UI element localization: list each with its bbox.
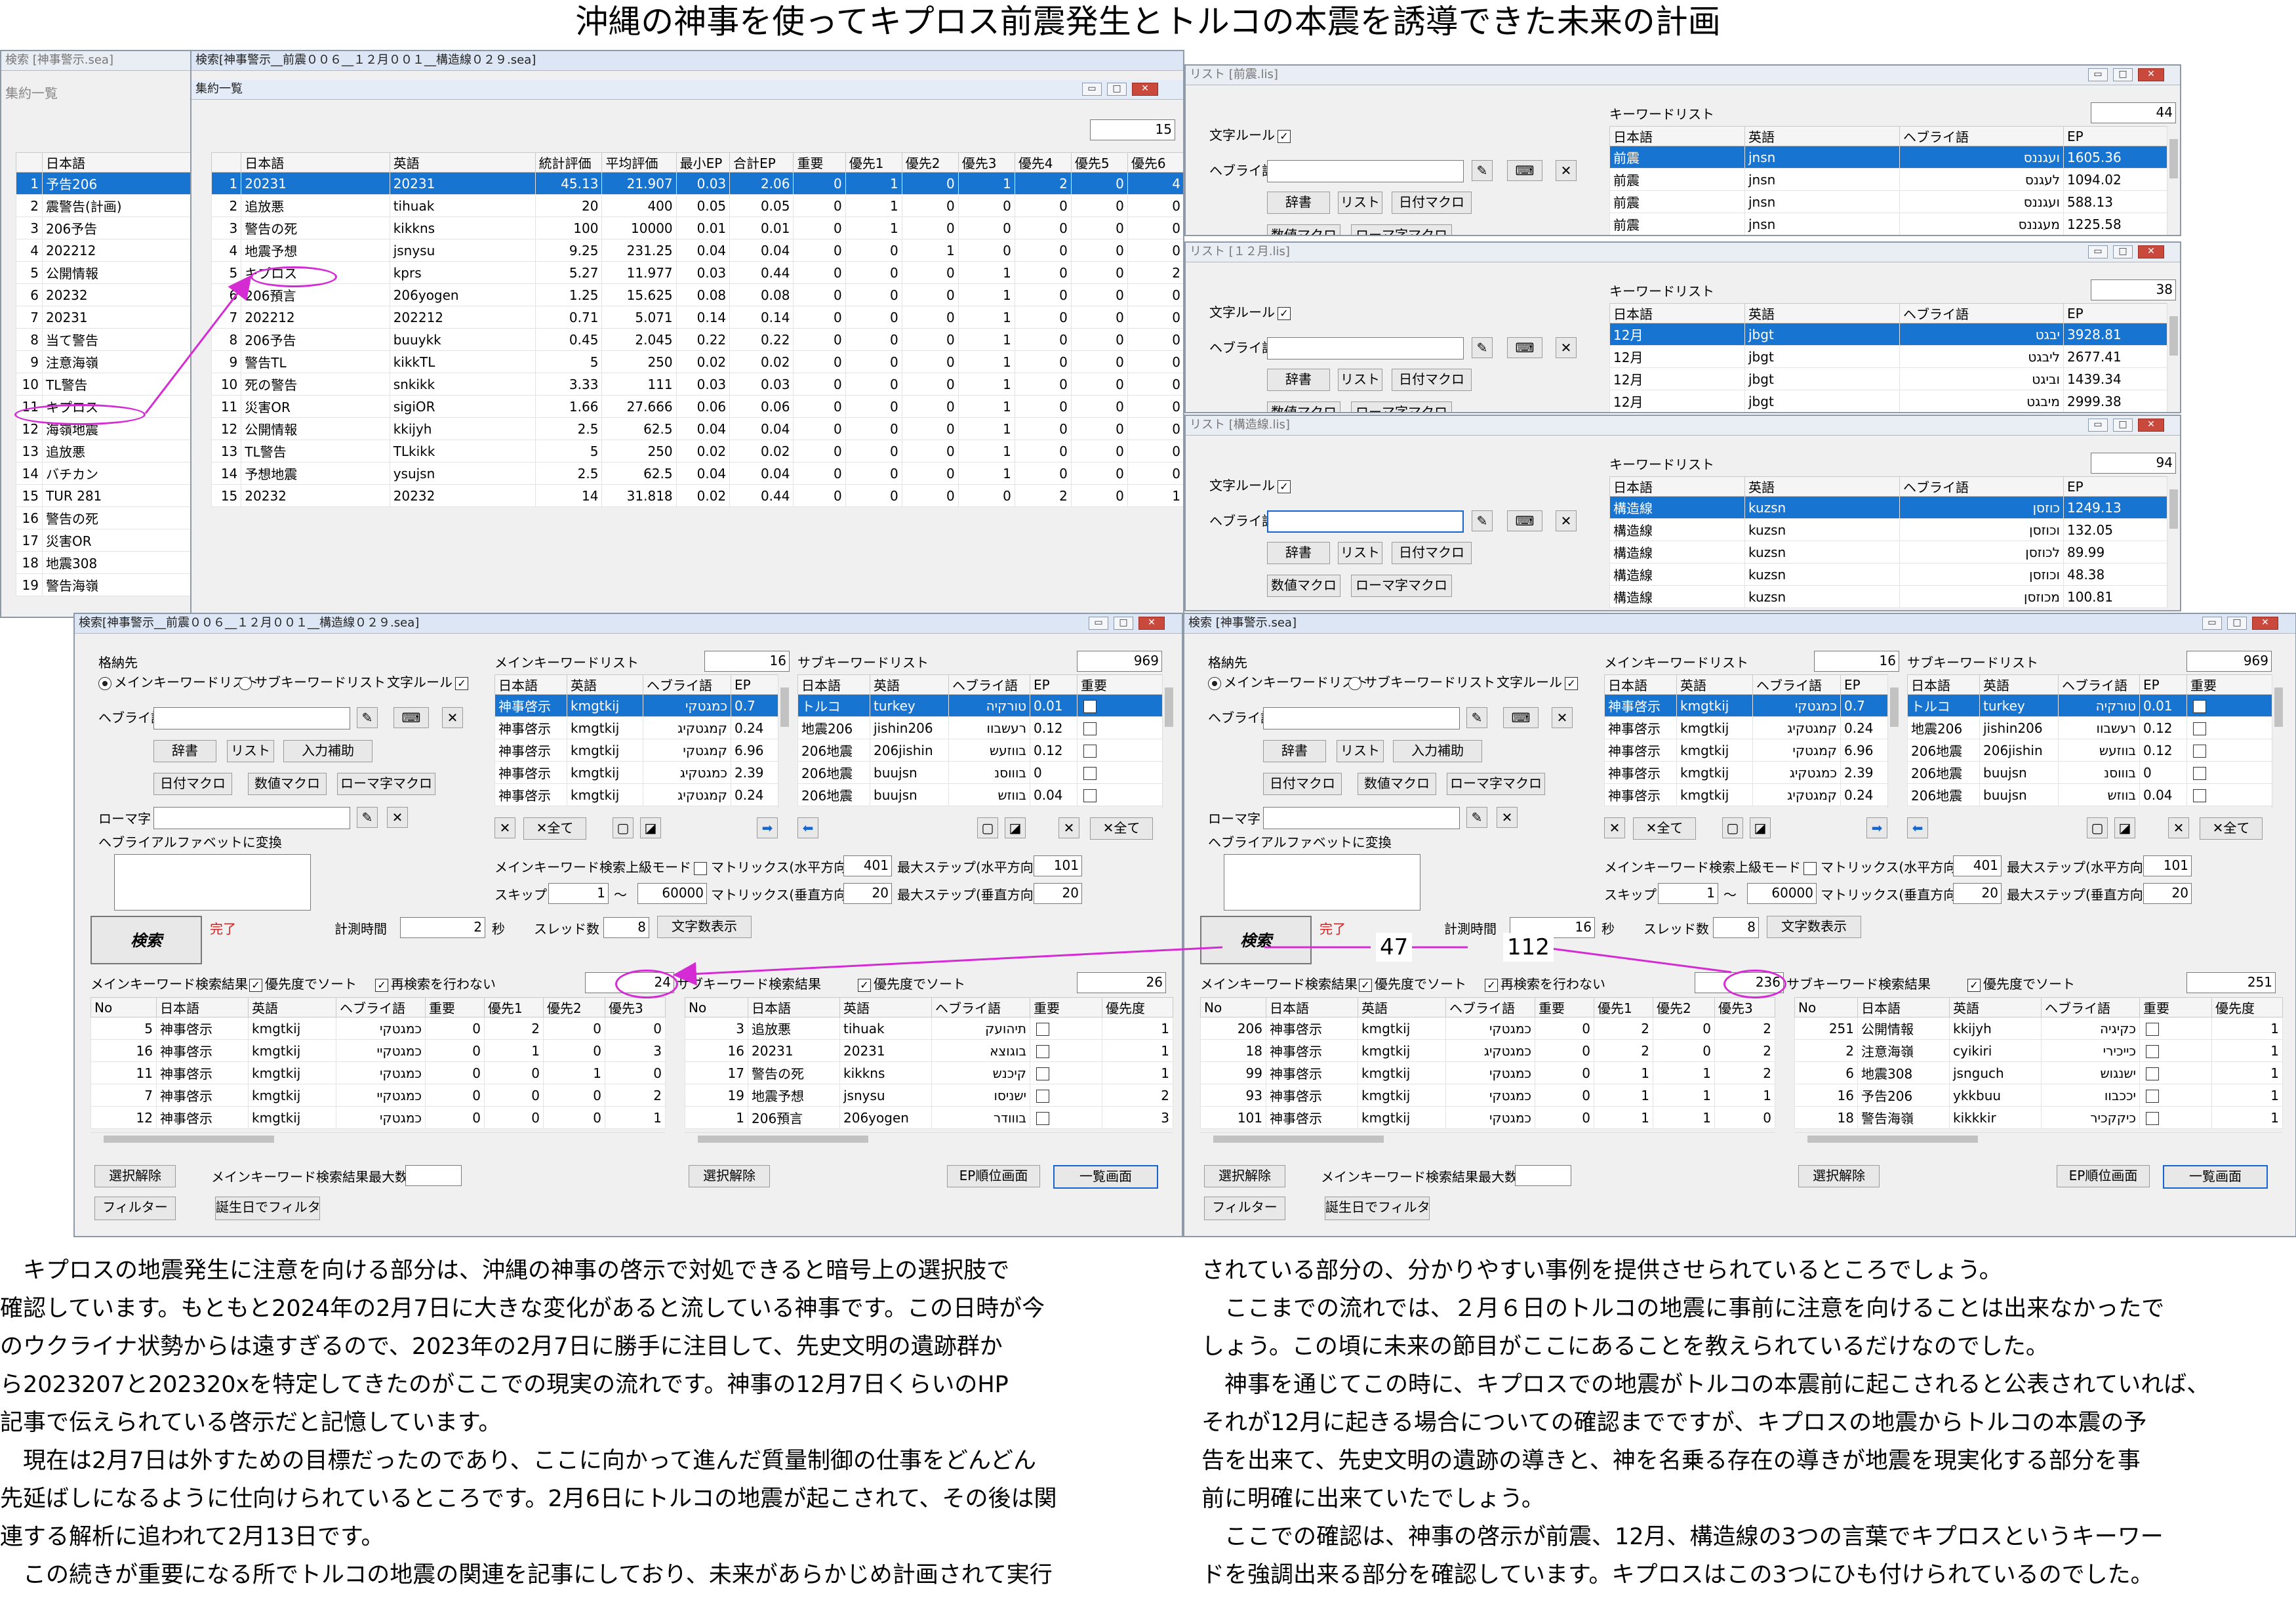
text-line: のウクライナ状勢からは遠すぎるので、2023年の2月7日に勝手に注目して、先史文… [0,1334,1003,1360]
text-line: 確認しています。もともと2024年の2月7日に大きな変化があると流している神事で… [0,1296,1045,1322]
text-line: 神事を通じてこの時に、キプロスでの地震がトルコの本震前に起こされると公表されてい… [1224,1372,2210,1398]
text-line: それが12月に起きる場合についての確認までですが、キプロスの地震からトルコの本震… [1201,1410,2147,1436]
article-right-column: されている部分の、分かりやすい事例を提供させられているところでしょう。ここまでの… [1201,1249,2296,1616]
text-line: 告を出来て、先史文明の遺跡の導きと、神を名乗る存在の導きが地震を現実化する部分を… [1201,1448,2141,1474]
text-line: 前に明確に出来ていたでしょう。 [1201,1486,1544,1512]
text-line: キプロスの地震発生に注意を向ける部分は、沖縄の神事の啓示で対処できると暗号上の選… [23,1258,1010,1284]
text-line: この続きが重要になる所でトルコの地震の関連を記事にしており、未来があらかじめ計画… [23,1562,1053,1588]
text-line: ドを強調出来る部分を確認しています。キプロスはこの3つにひも付けられているのでし… [1201,1562,2154,1588]
annotation-47: 47 [1376,933,1413,962]
text-line: しょう。この頃に未来の節目がここにあることを教えられているだけなのでした。 [1201,1334,2049,1360]
text-line: されている部分の、分かりやすい事例を提供させられているところでしょう。 [1201,1258,2002,1284]
text-line: 連する解析に追われて2月13日です。 [0,1524,384,1550]
text-line: 現在は2月7日は外すための目標だったのであり、ここに向かって進んだ質量制御の仕事… [23,1448,1036,1474]
article-left-column: キプロスの地震発生に注意を向ける部分は、沖縄の神事の啓示で対処できると暗号上の選… [0,1249,1174,1616]
annotation-112: 112 [1503,933,1554,962]
text-line: 先延ばしになるように仕向けられているところです。2月6日にトルコの地震が起こされ… [0,1486,1057,1512]
text-line: ここまでの流れでは、２月６日のトルコの地震に事前に注意を向けることは出来なかった… [1224,1296,2165,1322]
text-line: ら2023207と202320xを特定してきたのがここでの現実の流れです。神事の… [0,1372,1009,1398]
text-line: 記事で伝えられている啓示だと記憶しています。 [0,1410,502,1436]
text-line: ここでの確認は、神事の啓示が前震、12月、構造線の3つの言葉でキプロスというキー… [1224,1524,2164,1550]
